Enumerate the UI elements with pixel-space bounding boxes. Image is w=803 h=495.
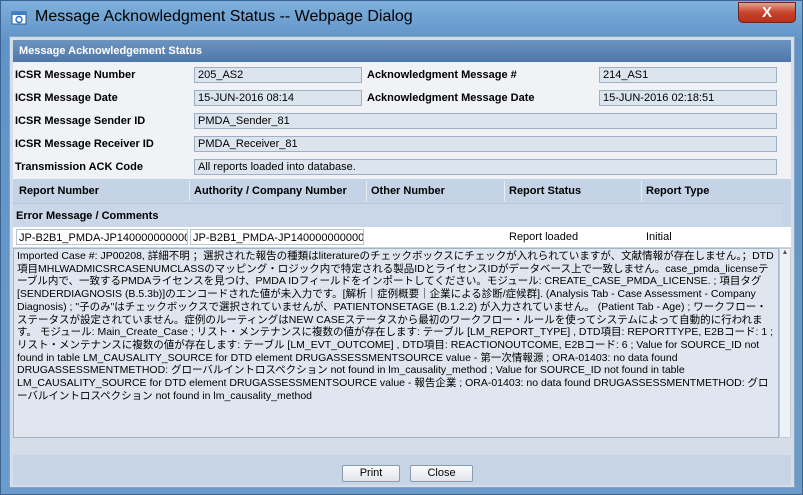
close-icon[interactable]: X	[738, 2, 796, 23]
sender-id-label: ICSR Message Sender ID	[15, 115, 146, 127]
icsr-message-date-field[interactable]: 15-JUN-2016 08:14	[194, 90, 362, 106]
scrollbar[interactable]: ▲	[779, 248, 791, 438]
table-row[interactable]: JP-B2B1_PMDA-JP140000000000 JP-B2B1_PMDA…	[13, 227, 791, 248]
column-report-type[interactable]: Report Type	[646, 185, 709, 197]
ack-message-date-label: Acknowledgment Message Date	[367, 92, 535, 104]
dialog-window: Message Acknowledgment Status -- Webpage…	[0, 0, 803, 495]
ack-message-date-field[interactable]: 15-JUN-2016 02:18:51	[599, 90, 777, 106]
report-number-cell[interactable]: JP-B2B1_PMDA-JP140000000000	[16, 229, 188, 245]
button-bar: Print Close	[13, 455, 791, 485]
icsr-message-number-label: ICSR Message Number	[15, 69, 136, 81]
column-divider	[189, 181, 190, 201]
column-authority-company-number[interactable]: Authority / Company Number	[194, 185, 347, 197]
close-button[interactable]: Close	[410, 465, 473, 482]
print-button[interactable]: Print	[342, 465, 400, 482]
icsr-message-date-label: ICSR Message Date	[15, 92, 118, 104]
message-details-form: ICSR Message Number 205_AS2 Acknowledgme…	[13, 62, 791, 179]
ack-message-number-field[interactable]: 214_AS1	[599, 67, 777, 83]
section-title: Message Acknowledgement Status	[13, 40, 791, 62]
ie-dialog-icon	[11, 11, 27, 25]
other-number-cell	[371, 229, 501, 245]
column-error-message: Error Message / Comments	[16, 210, 159, 222]
sender-id-field[interactable]: PMDA_Sender_81	[194, 113, 777, 129]
window-title: Message Acknowledgment Status -- Webpage…	[35, 8, 413, 25]
transmission-ack-code-label: Transmission ACK Code	[15, 161, 143, 173]
ack-message-number-label: Acknowledgment Message #	[367, 69, 517, 81]
title-bar[interactable]: Message Acknowledgment Status -- Webpage…	[1, 1, 802, 35]
transmission-ack-code-field[interactable]: All reports loaded into database.	[194, 159, 777, 175]
icsr-message-number-field[interactable]: 205_AS2	[194, 67, 362, 83]
column-report-number[interactable]: Report Number	[19, 185, 99, 197]
column-divider	[366, 181, 367, 201]
column-report-status[interactable]: Report Status	[509, 185, 581, 197]
dialog-content: Message Acknowledgement Status ICSR Mess…	[9, 36, 795, 488]
receiver-id-label: ICSR Message Receiver ID	[15, 138, 154, 150]
error-header-row: Error Message / Comments	[13, 203, 783, 228]
scroll-up-icon[interactable]: ▲	[780, 249, 790, 259]
report-grid-header: Report Number Authority / Company Number…	[13, 179, 791, 228]
report-type-cell: Initial	[646, 231, 672, 243]
column-divider	[504, 181, 505, 201]
authority-company-number-cell[interactable]: JP-B2B1_PMDA-JP140000000000	[190, 229, 364, 245]
column-other-number[interactable]: Other Number	[371, 185, 445, 197]
receiver-id-field[interactable]: PMDA_Receiver_81	[194, 136, 777, 152]
report-status-cell: Report loaded	[509, 231, 579, 243]
error-message-textarea[interactable]: Imported Case #: JP00208, 詳細不明 ；選択された報告の…	[13, 248, 779, 438]
column-divider	[641, 181, 642, 201]
